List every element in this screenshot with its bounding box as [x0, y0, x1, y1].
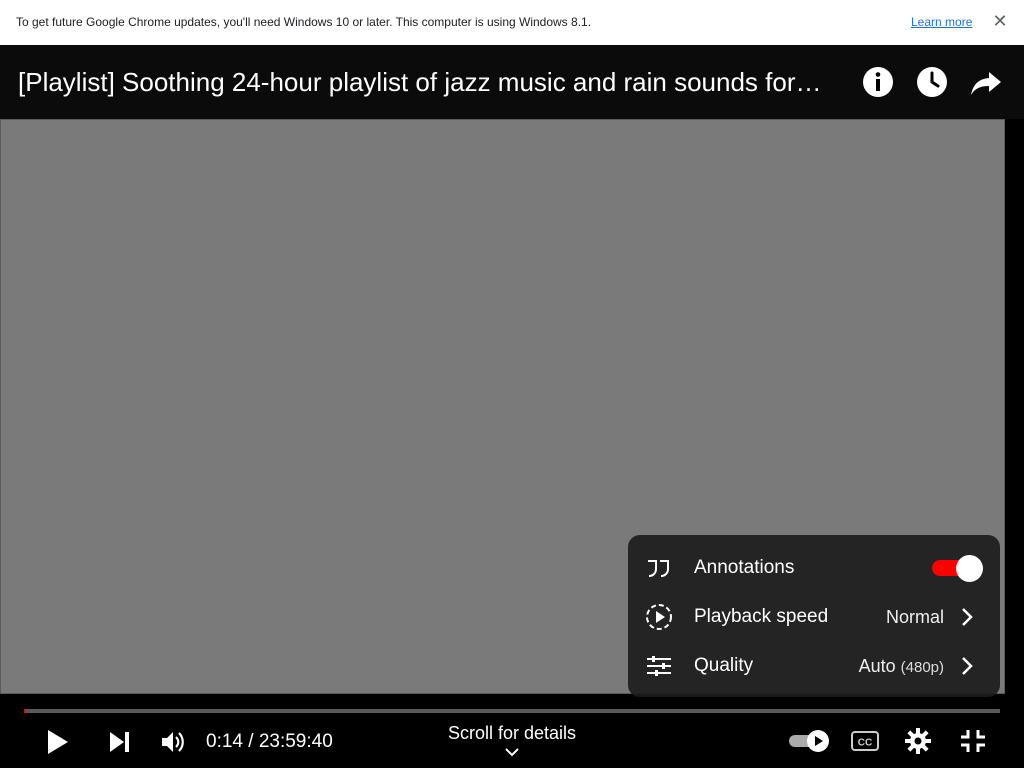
chevron-right-icon — [956, 606, 978, 628]
playback-speed-row[interactable]: Playback speed Normal — [628, 592, 1000, 641]
learn-more-link[interactable]: Learn more — [911, 15, 972, 29]
info-icon[interactable] — [861, 65, 895, 99]
quality-value-main: Auto — [858, 656, 896, 676]
annotations-row[interactable]: Annotations — [628, 543, 1000, 592]
scroll-for-details-label: Scroll for details — [447, 723, 577, 743]
annotations-toggle[interactable] — [932, 555, 986, 582]
player-title-bar: [Playlist] Soothing 24-hour playlist of … — [0, 45, 1024, 119]
settings-menu: Annotations Playback speed Normal Qualit… — [628, 535, 1000, 697]
video-title[interactable]: [Playlist] Soothing 24-hour playlist of … — [18, 67, 853, 98]
quality-sliders-icon — [644, 651, 674, 681]
chevron-right-icon — [956, 655, 978, 677]
watch-later-clock-icon[interactable] — [915, 65, 949, 99]
quality-label: Quality — [694, 655, 754, 676]
annotations-quote-icon — [644, 553, 674, 583]
share-arrow-icon[interactable] — [969, 65, 1003, 99]
annotations-label: Annotations — [694, 557, 795, 578]
infobar-message: To get future Google Chrome updates, you… — [16, 15, 592, 29]
video-player[interactable]: [Playlist] Soothing 24-hour playlist of … — [0, 45, 1024, 768]
scroll-for-details[interactable]: Scroll for details — [432, 723, 592, 760]
playback-speed-label: Playback speed — [694, 606, 829, 627]
next-track-icon[interactable] — [108, 731, 132, 753]
progress-bar[interactable] — [24, 709, 1000, 713]
playback-speed-icon — [644, 602, 674, 632]
exit-fullscreen-icon[interactable] — [960, 729, 986, 753]
quality-row[interactable]: Quality Auto (480p) — [628, 641, 1000, 690]
chevron-down-icon — [505, 748, 519, 757]
playback-speed-value: Normal — [885, 607, 944, 627]
progress-fill — [24, 709, 26, 713]
toggle-knob — [956, 555, 983, 582]
close-icon[interactable]: ✕ — [990, 11, 1010, 31]
chrome-update-infobar: To get future Google Chrome updates, you… — [0, 0, 1024, 45]
autoplay-toggle-icon[interactable] — [788, 728, 832, 754]
time-display: 0:14 / 23:59:40 — [206, 731, 333, 752]
volume-icon[interactable] — [160, 729, 186, 755]
settings-gear-icon[interactable] — [905, 728, 931, 754]
play-icon[interactable] — [46, 729, 70, 755]
captions-cc-icon[interactable]: CC — [851, 731, 879, 751]
quality-value: Auto (480p) — [859, 656, 944, 677]
svg-text:CC: CC — [858, 738, 872, 749]
quality-value-detail: (480p) — [900, 659, 944, 676]
